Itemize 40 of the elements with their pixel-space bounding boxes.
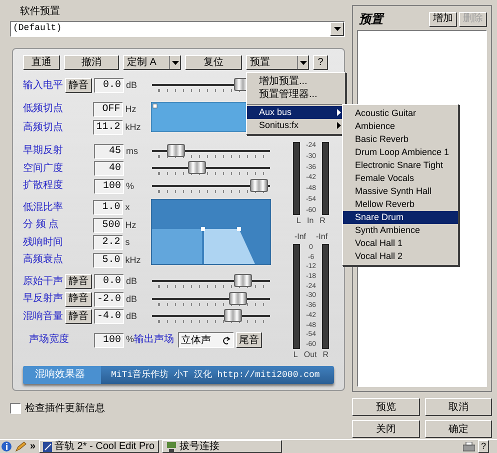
parameter-label: 声场宽度 bbox=[28, 334, 70, 346]
unit-label: dB bbox=[126, 79, 138, 92]
unit-label: x bbox=[125, 201, 131, 214]
unit-label: dB bbox=[126, 275, 138, 288]
credit-text: MiTi音乐作坊 小T 汉化 http://miti2000.com bbox=[110, 368, 320, 382]
meter-channel-label: In bbox=[307, 216, 314, 226]
unit-label: kHz bbox=[125, 121, 142, 134]
parameter-label: 高频衰点 bbox=[23, 254, 64, 266]
preset-title: 预置 bbox=[359, 11, 383, 28]
parameter-label: 残响时间 bbox=[23, 236, 64, 249]
parameter-label: 分 频 点 bbox=[23, 219, 60, 232]
unit-label: % bbox=[126, 180, 136, 192]
parameter-label: 输入电平 bbox=[23, 80, 64, 92]
parameter-label: 高频切点 bbox=[23, 122, 64, 134]
meter-channel-label: Out bbox=[304, 350, 317, 360]
peak-readout: -Inf bbox=[294, 232, 306, 242]
unit-label: dB bbox=[126, 292, 138, 306]
unit-label: Hz bbox=[125, 102, 138, 116]
checkbox-label: 检查插件更新信息 bbox=[25, 402, 105, 416]
meter-channel-label: R bbox=[322, 350, 329, 360]
meter-channel-label: R bbox=[320, 216, 326, 226]
parameter-label: 低频切点 bbox=[23, 103, 64, 116]
parameter-label: 混响音量 bbox=[23, 310, 64, 323]
meter-channel-label: L bbox=[293, 350, 298, 360]
unit-label: s bbox=[125, 236, 131, 249]
unit-label: Hz bbox=[125, 218, 138, 232]
parameter-label: 空间广度 bbox=[23, 162, 64, 175]
parameter-label: 低混比率 bbox=[23, 202, 64, 214]
section-label: 软件预置 bbox=[20, 6, 60, 18]
parameter-label: 输出声场 bbox=[134, 334, 175, 346]
unit-label: ms bbox=[126, 144, 139, 158]
parameter-label: 扩散程度 bbox=[23, 180, 64, 192]
parameter-label: 早期反射 bbox=[23, 145, 64, 158]
meter-channel-label: L bbox=[296, 216, 301, 226]
unit-label: kHz bbox=[125, 254, 142, 266]
unit-label: % bbox=[126, 333, 134, 346]
unit-label: dB bbox=[126, 310, 138, 323]
parameter-label: 早反射声 bbox=[23, 293, 64, 306]
parameter-label: 原始干声 bbox=[23, 276, 64, 288]
peak-readout: -Inf bbox=[316, 232, 328, 242]
